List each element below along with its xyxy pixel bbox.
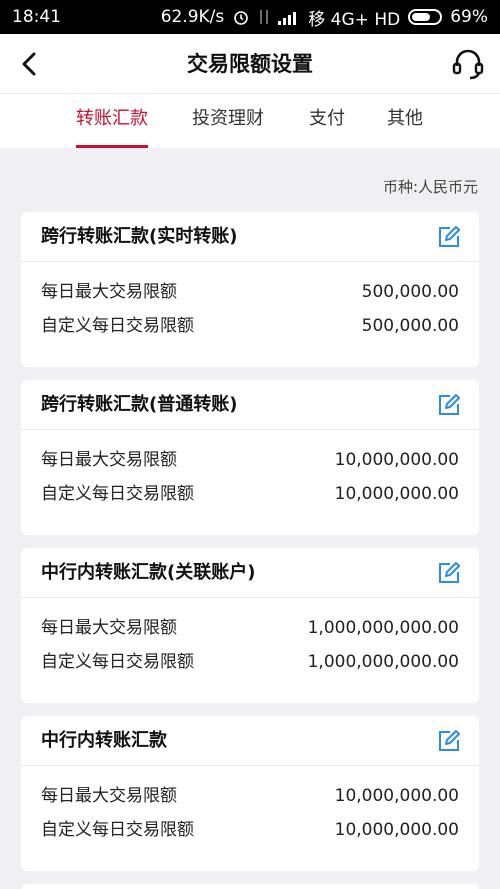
- custom-daily-limit-row: 自定义每日交易限额 1,000,000,000.00: [41, 645, 459, 679]
- tab-bar: 转账汇款 投资理财 支付 其他: [0, 94, 500, 148]
- row-label: 每日最大交易限额: [41, 450, 177, 470]
- tab-other[interactable]: 其他: [387, 94, 423, 148]
- battery-icon: [408, 9, 443, 25]
- status-bar: 18:41 62.9K/s 移 4G+ HD 69%: [0, 0, 500, 34]
- daily-max-limit-row: 每日最大交易限额 500,000.00: [41, 275, 459, 309]
- row-label: 每日最大交易限额: [41, 618, 177, 638]
- navigation-bar: 交易限额设置: [0, 34, 500, 94]
- row-value: 10,000,000.00: [334, 786, 459, 806]
- custom-daily-limit-row: 自定义每日交易限额 500,000.00: [41, 309, 459, 343]
- row-value: 1,000,000,000.00: [307, 618, 459, 638]
- row-value: 500,000.00: [361, 282, 459, 302]
- data-transfer-icon: [260, 10, 269, 24]
- row-value: 10,000,000.00: [334, 450, 459, 470]
- daily-max-limit-row: 每日最大交易限额 1,000,000,000.00: [41, 611, 459, 645]
- daily-max-limit-row: 每日最大交易限额 10,000,000.00: [41, 779, 459, 813]
- card-title: 跨行转账汇款(实时转账): [41, 226, 238, 247]
- row-value: 10,000,000.00: [334, 820, 459, 840]
- row-label: 每日最大交易限额: [41, 786, 177, 806]
- tab-payment[interactable]: 支付: [309, 94, 345, 148]
- custom-daily-limit-row: 自定义每日交易限额 10,000,000.00: [41, 813, 459, 847]
- page-title: 交易限额设置: [187, 52, 313, 76]
- custom-daily-limit-row: 自定义每日交易限额 10,000,000.00: [41, 477, 459, 511]
- limit-card: 中行内转账汇款(关联账户) 每日最大交易限额 1,000,000,000.00 …: [21, 548, 479, 703]
- battery-percent: 69%: [450, 7, 488, 27]
- currency-label: 币种:人民币元: [382, 178, 478, 196]
- row-label: 自定义每日交易限额: [41, 820, 194, 840]
- limit-card: 中行内转账汇款 每日最大交易限额 10,000,000.00 自定义每日交易限额…: [21, 716, 479, 871]
- card-title: 跨行转账汇款(普通转账): [41, 394, 238, 415]
- row-label: 自定义每日交易限额: [41, 484, 194, 504]
- row-value: 1,000,000,000.00: [307, 652, 459, 672]
- alarm-icon: [234, 11, 249, 25]
- row-label: 自定义每日交易限额: [41, 652, 194, 672]
- tab-transfer[interactable]: 转账汇款: [76, 94, 148, 148]
- edit-icon[interactable]: [437, 561, 461, 585]
- card-title: 中行内转账汇款: [41, 730, 167, 751]
- card-title: 中行内转账汇款(关联账户): [41, 562, 256, 583]
- limit-card-partial: [21, 884, 479, 889]
- row-value: 500,000.00: [361, 316, 459, 336]
- headset-icon[interactable]: [450, 46, 486, 82]
- limit-card: 跨行转账汇款(实时转账) 每日最大交易限额 500,000.00 自定义每日交易…: [21, 212, 479, 367]
- row-label: 自定义每日交易限额: [41, 316, 194, 336]
- signal-icon: [278, 12, 297, 25]
- edit-icon[interactable]: [437, 225, 461, 249]
- tab-investment[interactable]: 投资理财: [192, 94, 264, 148]
- edit-icon[interactable]: [437, 729, 461, 753]
- daily-max-limit-row: 每日最大交易限额 10,000,000.00: [41, 443, 459, 477]
- carrier-label: 移 4G+ HD: [308, 9, 401, 30]
- status-time: 18:41: [12, 7, 61, 27]
- edit-icon[interactable]: [437, 393, 461, 417]
- row-value: 10,000,000.00: [334, 484, 459, 504]
- row-label: 每日最大交易限额: [41, 282, 177, 302]
- network-speed: 62.9K/s: [160, 7, 225, 27]
- limit-card: 跨行转账汇款(普通转账) 每日最大交易限额 10,000,000.00 自定义每…: [21, 380, 479, 535]
